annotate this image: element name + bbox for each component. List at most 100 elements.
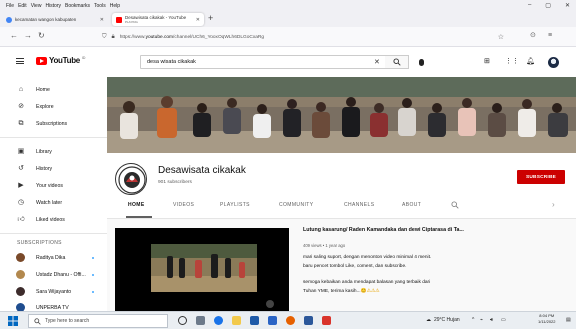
hamburger-menu-icon[interactable] — [16, 58, 24, 64]
url-bar[interactable]: ⛉ 🔒︎ https://www.youtube.com/channel/UCh… — [98, 30, 508, 44]
back-icon[interactable]: ← — [10, 32, 18, 40]
windows-start-icon[interactable] — [8, 316, 18, 326]
menu-file[interactable]: File — [6, 3, 14, 9]
sidebar-item-home[interactable]: ⌂ Home — [0, 82, 107, 98]
subscription-item[interactable]: Ustadz Dhanu - Offi... — [0, 267, 107, 283]
video-thumbnail — [115, 228, 289, 311]
task-view-icon[interactable] — [196, 316, 205, 325]
new-tab-icon[interactable]: + — [208, 14, 213, 23]
featured-video-player[interactable] — [115, 228, 289, 311]
cortana-icon[interactable] — [178, 316, 187, 325]
library-icon: ▣ — [17, 148, 25, 155]
search-value: desa wisata cikakak — [147, 59, 196, 65]
extensions-icon[interactable]: ⊙ — [530, 32, 536, 40]
clock[interactable]: 8:04 PM 1/11/2022 — [538, 313, 556, 325]
channel-name: Desawisata cikakak — [158, 165, 246, 176]
channel-search-icon[interactable] — [451, 201, 459, 209]
new-content-dot — [92, 291, 94, 293]
tab-about[interactable]: ABOUT — [402, 202, 421, 208]
video-meta: 409 views • 1 year ago — [303, 243, 346, 248]
youtube-play-icon — [36, 56, 47, 65]
lock-icon[interactable]: 🔒︎ — [112, 34, 115, 41]
menu-help[interactable]: Help — [110, 3, 120, 9]
browser-nav-bar: ← → ↻ ⛉ 🔒︎ https://www.youtube.com/chann… — [0, 27, 576, 47]
subscription-item[interactable]: Sara Wijayanto — [0, 284, 107, 300]
video-description-line: mari saling suport, dengan menonton vide… — [303, 255, 432, 260]
maximize-icon[interactable]: ▢ — [545, 2, 551, 9]
tabs-scroll-right-icon[interactable]: › — [552, 200, 555, 209]
forward-icon[interactable]: → — [24, 32, 32, 40]
subscription-item[interactable]: Raditya Dika — [0, 250, 107, 266]
mail-icon[interactable] — [268, 316, 277, 325]
sidebar-item-explore[interactable]: ⊘ Explore — [0, 99, 107, 115]
battery-icon[interactable]: ▭ — [501, 317, 506, 323]
windows-taskbar: Type here to search ☁ 29°C Hujan ^ ⌁ 🔊︎ … — [0, 311, 576, 329]
create-video-icon[interactable]: ⊞ — [484, 58, 490, 66]
tray-overflow-icon[interactable]: ^ — [472, 317, 474, 323]
file-explorer-icon[interactable] — [232, 316, 241, 325]
network-icon[interactable]: ⌁ — [480, 317, 483, 323]
menu-tools[interactable]: Tools — [94, 3, 106, 9]
sidebar-item-your-videos[interactable]: ▶ Your videos — [0, 178, 107, 194]
bookmark-star-icon[interactable]: ☆ — [498, 33, 504, 41]
tab-channels[interactable]: CHANNELS — [344, 202, 374, 208]
history-icon: ↺ — [18, 165, 24, 172]
subscribe-button[interactable]: SUBSCRIBE — [517, 170, 565, 184]
video-title[interactable]: Lutung kasarung/ Raden Kamandaka dan dew… — [303, 227, 464, 233]
explore-icon: ⊘ — [18, 103, 24, 110]
reload-icon[interactable]: ↻ — [38, 32, 45, 40]
apps-grid-icon[interactable]: ⋮⋮ — [505, 58, 519, 66]
menu-edit[interactable]: Edit — [18, 3, 27, 9]
word-icon[interactable] — [304, 316, 313, 325]
sidebar-item-liked-videos[interactable]: 👍︎ Liked videos — [0, 212, 107, 228]
tab-videos[interactable]: VIDEOS — [173, 202, 194, 208]
notifications-bell-icon[interactable]: 🔔︎ — [526, 58, 535, 66]
app-menu-icon[interactable]: ≡ — [548, 32, 552, 40]
sidebar-item-label: History — [36, 166, 53, 172]
minimize-icon[interactable]: – — [528, 2, 531, 9]
sidebar-item-library[interactable]: ▣ Library — [0, 144, 107, 160]
firefox-icon[interactable] — [286, 316, 295, 325]
menu-history[interactable]: History — [45, 3, 61, 9]
microphone-icon[interactable] — [419, 59, 424, 66]
tab-playing-label: PLAYING — [125, 19, 138, 24]
menu-view[interactable]: View — [31, 3, 42, 9]
edge-icon[interactable] — [214, 316, 223, 325]
close-tab-icon[interactable]: ✕ — [100, 17, 104, 23]
tab-home[interactable]: HOME — [128, 202, 145, 208]
tab-kecamatan-wangon[interactable]: kecamatan wangon kabupaten ✕ — [2, 13, 108, 26]
google-favicon-icon — [6, 16, 12, 23]
store-icon[interactable] — [250, 316, 259, 325]
weather-icon[interactable]: ☁ — [426, 317, 431, 323]
search-input[interactable]: desa wisata cikakak ✕ — [140, 55, 409, 69]
sidebar-item-subscriptions[interactable]: ⧉ Subscriptions — [0, 116, 107, 132]
youtube-logo[interactable]: YouTube ID — [36, 56, 85, 65]
close-tab-icon[interactable]: ✕ — [196, 17, 200, 23]
channel-avatar[interactable] — [115, 163, 147, 195]
featured-section: Lutung kasarung/ Raden Kamandaka dan dew… — [107, 219, 576, 311]
shield-icon[interactable]: ⛉ — [102, 34, 107, 41]
new-content-dot — [92, 257, 94, 259]
menu-bookmarks[interactable]: Bookmarks — [65, 3, 90, 9]
weather-text[interactable]: 29°C Hujan — [434, 317, 460, 323]
url-prefix: https://www. — [119, 34, 146, 40]
taskbar-search-input[interactable]: Type here to search — [28, 314, 168, 328]
tab-playlists[interactable]: PLAYLISTS — [220, 202, 250, 208]
window-controls: – ▢ ✕ — [528, 2, 570, 9]
channel-banner — [107, 77, 576, 153]
pdf-reader-icon[interactable] — [322, 316, 331, 325]
search-button[interactable] — [385, 55, 409, 69]
sidebar-item-history[interactable]: ↺ History — [0, 161, 107, 177]
browser-menu-bar: File Edit View History Bookmarks Tools H… — [0, 0, 576, 11]
subscription-name: Sara Wijayanto — [36, 289, 72, 295]
clear-search-icon[interactable]: ✕ — [374, 58, 380, 66]
channel-avatar — [16, 270, 25, 279]
tab-youtube-channel[interactable]: Desawisata cikakak - YouTube PLAYING ✕ — [112, 13, 204, 26]
tab-community[interactable]: COMMUNITY — [279, 202, 313, 208]
window-close-icon[interactable]: ✕ — [565, 2, 570, 9]
channel-header: Desawisata cikakak 901 subscribers SUBSC… — [107, 153, 576, 195]
volume-icon[interactable]: 🔊︎ — [490, 317, 493, 323]
sidebar-item-watch-later[interactable]: ◷ Watch later — [0, 195, 107, 211]
user-avatar[interactable] — [548, 57, 559, 68]
notifications-icon[interactable]: ▤ — [566, 317, 571, 323]
